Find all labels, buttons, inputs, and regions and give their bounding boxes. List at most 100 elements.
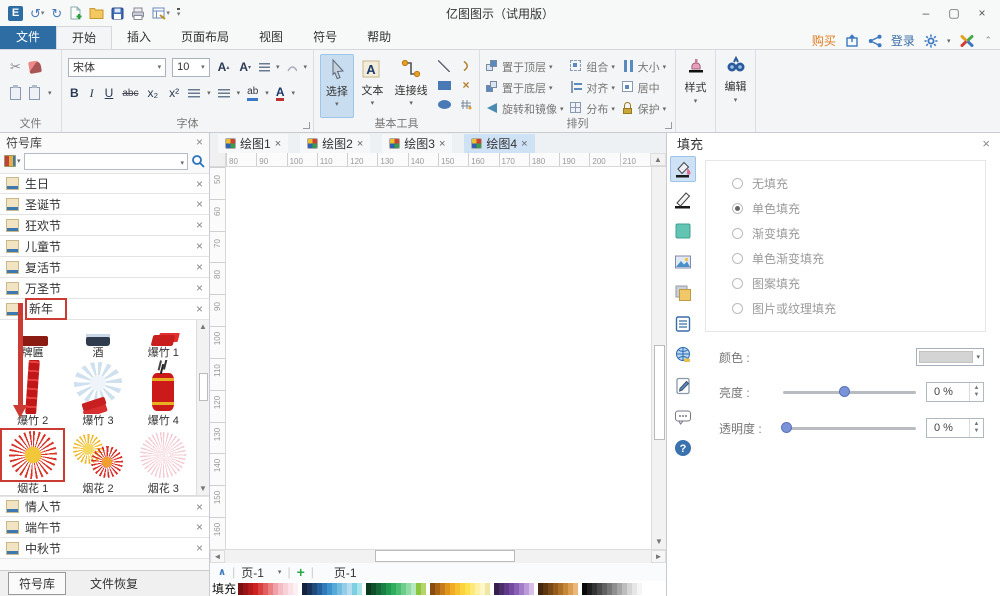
symbol-firecracker-3[interactable]: 爆竹 3 (65, 360, 130, 428)
format-painter-icon[interactable] (28, 60, 42, 74)
radio-icon[interactable] (732, 253, 743, 264)
gear-icon[interactable] (924, 34, 938, 48)
color-swatch[interactable] (573, 583, 578, 595)
arc-text-icon[interactable] (286, 62, 298, 72)
open-folder-icon[interactable] (89, 5, 104, 21)
pen-tool-icon[interactable]: × (459, 79, 473, 91)
sidebar-item-狂欢节[interactable]: 狂欢节× (0, 215, 209, 236)
vertical-scrollbar[interactable]: ▼ (651, 167, 666, 549)
sidebar-item-万圣节[interactable]: 万圣节× (0, 278, 209, 299)
close-button[interactable]: × (968, 1, 996, 25)
style-button[interactable]: 样式 (685, 79, 707, 95)
menu-tab-符号[interactable]: 符号 (298, 26, 352, 49)
ellipse-tool-icon[interactable] (437, 98, 451, 110)
search-icon[interactable] (191, 154, 205, 168)
drawing-canvas[interactable] (226, 167, 651, 549)
doc-tab-绘图4[interactable]: 绘图4× (464, 134, 534, 153)
menu-tab-页面布局[interactable]: 页面布局 (166, 26, 244, 49)
close-icon[interactable]: × (196, 136, 203, 148)
arrange-dialog-launcher-icon[interactable] (665, 122, 672, 129)
sidebar-item-儿童节[interactable]: 儿童节× (0, 236, 209, 257)
sidebar-item-生日[interactable]: 生日× (0, 173, 209, 194)
spin-down-icon[interactable]: ▼ (974, 392, 980, 399)
library-picker-button[interactable]: ▾ (4, 155, 21, 167)
font-size-select[interactable]: 10▾ (172, 58, 210, 77)
symbol-firework-3[interactable]: 烟花 3 (131, 428, 196, 496)
color-swatch[interactable] (529, 583, 534, 595)
menu-tab-开始[interactable]: 开始 (56, 26, 112, 49)
paste-special-icon[interactable] (29, 87, 40, 100)
transparency-spinner[interactable]: 0 %▲▼ (926, 418, 984, 438)
grid-tool-icon[interactable] (459, 98, 473, 110)
panel-tool-image-icon[interactable] (670, 249, 696, 275)
close-icon[interactable]: × (196, 240, 203, 252)
arrange-group-button[interactable]: 组合▾ (570, 56, 617, 77)
symbol-firework-1[interactable]: 烟花 1 (0, 428, 65, 496)
edit-button[interactable]: 编辑 (725, 78, 747, 94)
close-icon[interactable]: × (275, 138, 281, 150)
color-swatch-dropdown[interactable]: ▾ (916, 348, 984, 366)
binoculars-icon[interactable] (726, 56, 746, 76)
scroll-up-icon[interactable]: ▲ (650, 153, 666, 166)
fill-option-单色填充[interactable]: 单色填充 (732, 196, 985, 221)
close-icon[interactable]: × (196, 178, 203, 190)
align-icon[interactable] (259, 63, 270, 72)
select-tool-button[interactable]: 选择▾ (320, 54, 354, 118)
symbol-scrollbar[interactable]: ▲ ▼ (196, 320, 209, 495)
close-icon[interactable]: × (196, 542, 203, 554)
panel-tool-doc-icon[interactable] (670, 373, 696, 399)
paste-caret-icon[interactable]: ▾ (48, 89, 52, 97)
connector-tool-button[interactable]: 连接线▾ (391, 54, 431, 118)
subscript-button[interactable]: x₂ (145, 86, 160, 100)
scroll-up-icon[interactable]: ▲ (199, 322, 207, 331)
radio-icon[interactable] (732, 178, 743, 189)
close-icon[interactable]: × (196, 282, 203, 294)
buy-button[interactable]: 购买 (812, 32, 836, 49)
close-icon[interactable]: × (521, 138, 527, 150)
panel-tool-shape-icon[interactable] (670, 218, 696, 244)
close-icon[interactable]: × (196, 261, 203, 273)
scroll-left-icon[interactable]: ◄ (210, 550, 225, 563)
sidebar-tab-文件恢复[interactable]: 文件恢复 (80, 573, 148, 594)
transparency-slider[interactable] (783, 421, 916, 435)
close-icon[interactable]: × (196, 219, 203, 231)
symbol-firecracker-4[interactable]: 爆竹 4 (131, 360, 196, 428)
share-icon[interactable] (868, 34, 882, 48)
shrink-font-button[interactable]: A (237, 60, 253, 74)
symbol-plaque[interactable]: 牌匾 (0, 320, 65, 360)
close-icon[interactable]: × (196, 198, 203, 210)
cut-icon[interactable]: ✂ (10, 59, 21, 75)
fill-option-图案填充[interactable]: 图案填充 (732, 271, 985, 296)
collapse-pages-icon[interactable]: ∧ (218, 567, 226, 578)
superscript-button[interactable]: x² (167, 86, 181, 100)
doc-tab-绘图2[interactable]: 绘图2× (300, 134, 370, 153)
doc-tab-绘图3[interactable]: 绘图3× (382, 134, 452, 153)
arrange-size-button[interactable]: 大小▾ (622, 56, 669, 77)
close-icon[interactable]: × (357, 138, 363, 150)
scroll-thumb[interactable] (199, 373, 208, 401)
search-input[interactable]: ▾ (24, 153, 188, 170)
bold-button[interactable]: B (68, 86, 81, 100)
new-file-icon[interactable] (69, 5, 82, 21)
login-button[interactable]: 登录 (891, 32, 915, 49)
fill-option-图片或纹理填充[interactable]: 图片或纹理填充 (732, 296, 985, 321)
symbol-wine[interactable]: 酒 (65, 320, 130, 360)
scroll-thumb[interactable] (375, 550, 515, 562)
rectangle-tool-icon[interactable] (437, 79, 451, 91)
italic-button[interactable]: I (88, 86, 96, 101)
bullet-list-icon[interactable] (218, 89, 230, 98)
undo-icon[interactable]: ↺▾ (30, 5, 44, 21)
fill-option-单色渐变填充[interactable]: 单色渐变填充 (732, 246, 985, 271)
symbol-firecracker-2[interactable]: 爆竹 2 (0, 360, 65, 428)
gear-caret-icon[interactable]: ▾ (947, 37, 951, 45)
maximize-button[interactable]: ▢ (940, 1, 968, 25)
slider-handle[interactable] (781, 422, 792, 433)
color-swatch[interactable] (485, 583, 490, 595)
horizontal-scrollbar[interactable]: ◄ ► (210, 549, 666, 563)
sidebar-item-中秋节[interactable]: 中秋节× (0, 538, 209, 559)
scroll-thumb[interactable] (654, 345, 665, 440)
scroll-right-icon[interactable]: ► (651, 550, 666, 563)
font-dialog-launcher-icon[interactable] (303, 122, 310, 129)
close-icon[interactable]: × (196, 303, 203, 315)
color-swatch[interactable] (357, 583, 362, 595)
